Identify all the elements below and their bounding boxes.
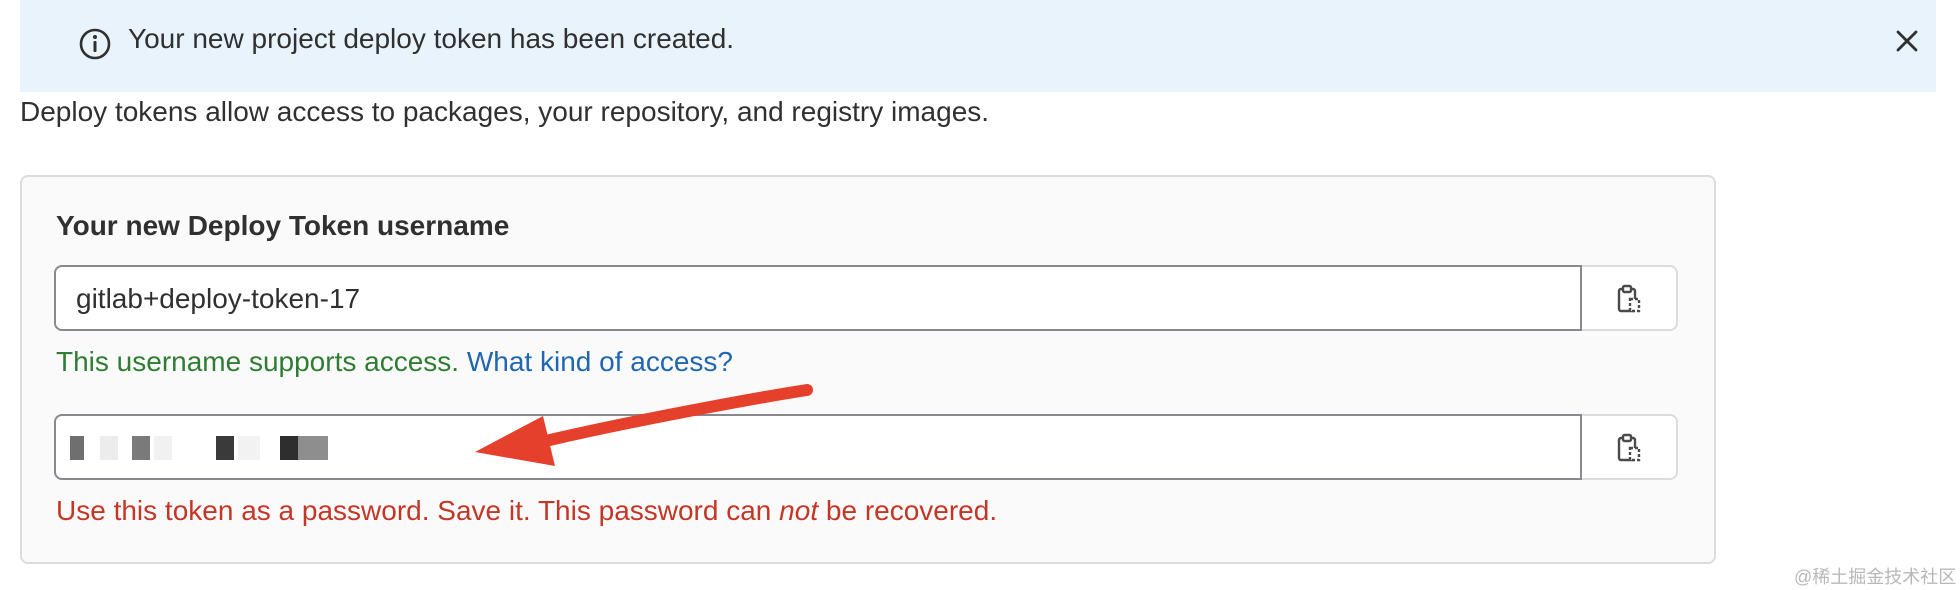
token-password-field[interactable] (54, 414, 1582, 480)
username-value: gitlab+deploy-token-17 (76, 283, 361, 314)
username-field[interactable]: gitlab+deploy-token-17 (54, 265, 1582, 331)
clipboard-copy-icon (1617, 433, 1641, 462)
password-warning: Use this token as a password. Save it. T… (56, 495, 997, 527)
deploy-tokens-description: Deploy tokens allow access to packages, … (20, 96, 990, 127)
token-created-alert: Your new project deploy token has been c… (20, 0, 1936, 92)
clipboard-copy-icon (1617, 284, 1641, 313)
info-icon (79, 28, 111, 60)
alert-message: Your new project deploy token has been c… (128, 23, 735, 54)
annotation-arrow (475, 384, 813, 466)
close-icon[interactable] (1892, 26, 1922, 56)
password-warning-after: be recovered. (818, 495, 998, 526)
new-deploy-token-card: Your new Deploy Token username gitlab+de… (20, 175, 1716, 564)
username-help-text: This username supports access. (56, 346, 460, 377)
copy-token-button[interactable] (1582, 414, 1678, 480)
password-warning-before: Use this token as a password. Save it. T… (56, 495, 780, 526)
copy-username-button[interactable] (1582, 265, 1678, 331)
password-warning-emphasis: not (779, 495, 819, 526)
watermark: @稀土掘金技术社区 (1794, 567, 1957, 587)
redacted-token-value (66, 436, 426, 460)
username-label: Your new Deploy Token username (56, 210, 510, 241)
